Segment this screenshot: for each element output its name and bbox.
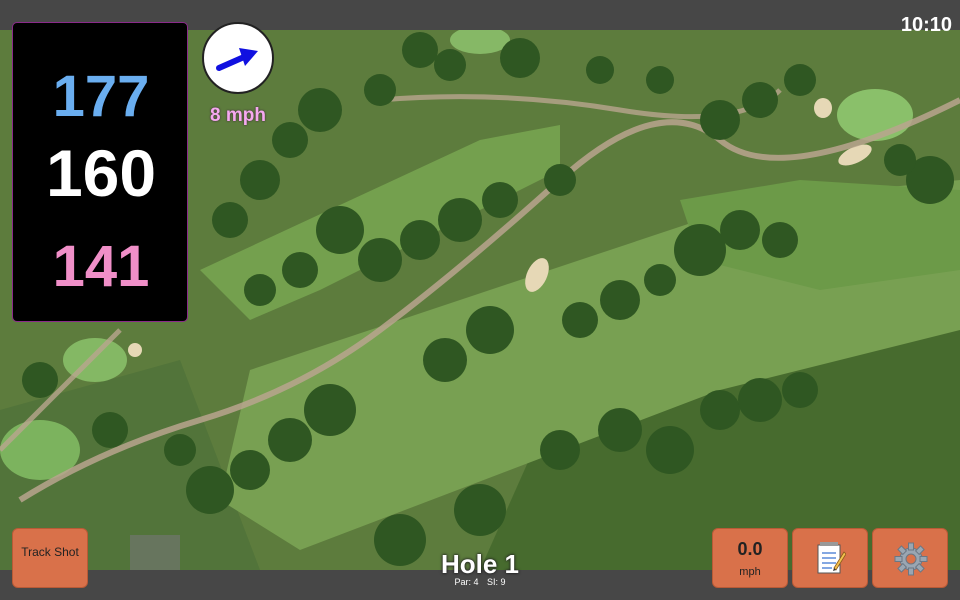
settings-button[interactable] [872,528,948,588]
speed-unit: mph [739,566,761,578]
hole-info: Par: 4 SI: 9 [380,577,580,587]
distance-panel: 177 160 141 [12,22,188,322]
hole-title: Hole 1 [440,549,520,579]
hole-par: Par: 4 [454,577,479,587]
middle-distance: 160 [45,136,157,210]
clock: 10:10 [900,14,952,36]
back-distance: 177 [52,64,150,129]
wind-speed: 8 mph [210,105,266,126]
hole-stroke-index: SI: 9 [487,577,506,587]
track-shot-button[interactable]: Track Shot [12,528,88,588]
notepad-icon [817,542,846,574]
notes-button[interactable] [792,528,868,588]
track-shot-label: Track Shot [21,545,79,559]
gear-icon [894,542,928,576]
front-distance: 141 [52,234,150,299]
wind-arrow-icon [216,48,258,71]
wind-compass [202,22,274,94]
speed-button[interactable]: 0.0 mph [712,528,788,588]
speed-value: 0.0 [737,539,763,559]
